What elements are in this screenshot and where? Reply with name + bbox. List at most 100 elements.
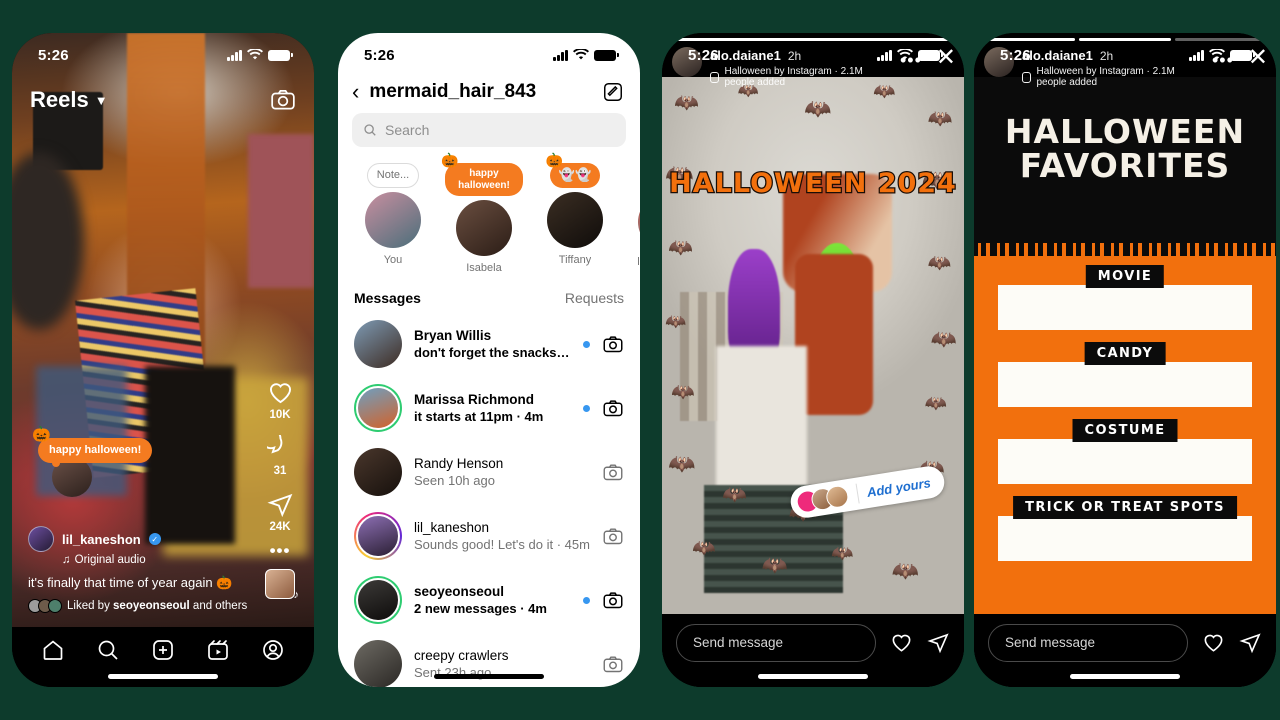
thread-preview: it starts at 11pm · 4m bbox=[414, 409, 544, 424]
heart-icon[interactable] bbox=[1202, 631, 1225, 654]
field-answer-area[interactable] bbox=[998, 515, 1252, 561]
chevron-down-icon: ▼ bbox=[94, 92, 108, 108]
home-icon[interactable] bbox=[33, 634, 73, 666]
camera-icon[interactable] bbox=[270, 87, 296, 113]
messages-header: Messages Requests bbox=[338, 280, 640, 312]
thread-preview: Sounds good! Let's do it · 45m bbox=[414, 537, 590, 552]
battery-icon bbox=[918, 49, 943, 61]
send-message-input[interactable]: Send message bbox=[988, 623, 1188, 662]
thread-name: Marissa Richmond bbox=[414, 392, 535, 407]
comment-action[interactable]: 31 bbox=[266, 434, 294, 477]
cellular-bars-icon bbox=[553, 49, 568, 61]
audio-thumbnail[interactable]: ♪ bbox=[265, 569, 299, 601]
music-note-icon: ♫ bbox=[62, 554, 71, 566]
wifi-icon bbox=[573, 49, 589, 60]
page-title: mermaid_hair_843 bbox=[369, 81, 537, 102]
table-row[interactable]: Randy Henson Seen 10h ago bbox=[338, 440, 640, 504]
avatar bbox=[638, 193, 640, 250]
reel-author[interactable]: lil_kaneshon ✓ bbox=[28, 526, 258, 552]
reels-title-label: Reels bbox=[30, 87, 89, 112]
reels-title-dropdown[interactable]: Reels ▼ bbox=[30, 87, 108, 113]
share-action[interactable]: 24K bbox=[266, 491, 294, 533]
camera-icon[interactable] bbox=[602, 398, 624, 419]
table-row[interactable]: lil_kaneshon Sounds good! Let's do it · … bbox=[338, 504, 640, 568]
unread-dot bbox=[583, 596, 590, 604]
battery-icon bbox=[594, 49, 619, 61]
table-row[interactable]: Bryan Willis don't forget the snacks! · … bbox=[338, 312, 640, 376]
favorites-list: MOVIE CANDY COSTUME TRICK OR TREAT SPOTS bbox=[998, 264, 1252, 573]
camera-icon[interactable] bbox=[602, 462, 624, 483]
note-bubble: Note... bbox=[366, 163, 420, 188]
avatar bbox=[456, 200, 512, 256]
reel-audio[interactable]: ♫ Original audio bbox=[62, 554, 258, 566]
status-time: 5:26 bbox=[364, 46, 395, 64]
send-message-placeholder: Send message bbox=[693, 635, 784, 650]
camera-icon[interactable] bbox=[602, 654, 624, 675]
note-username: Tiffany bbox=[558, 253, 592, 266]
liked-by-text: Liked by seoyeonseoul and others bbox=[67, 600, 248, 612]
avatar bbox=[354, 320, 402, 368]
field-answer-area[interactable] bbox=[998, 361, 1252, 407]
note-item-you[interactable]: Note... You bbox=[354, 163, 432, 274]
thread-preview: 2 new messages · 4m bbox=[414, 601, 547, 616]
pumpkin-icon: 🎃 bbox=[545, 152, 564, 168]
like-action[interactable]: 10K bbox=[267, 379, 294, 421]
search-icon bbox=[364, 124, 376, 136]
home-indicator bbox=[1070, 674, 1180, 679]
notes-tray[interactable]: Note... You 🎃 happy halloween! Isabela 🎃… bbox=[338, 147, 640, 280]
story-template-art: HALLOWEEN FAVORITES MOVIE CANDY COSTUME … bbox=[974, 77, 1276, 614]
field-answer-area[interactable] bbox=[998, 284, 1252, 330]
comment-count: 31 bbox=[273, 464, 287, 477]
thread-name: lil_kaneshon bbox=[414, 520, 490, 535]
story-media[interactable]: 🦇 🦇 🦇 🦇 🦇 🦇 🦇 🦇 🦇 🦇 🦇 🦇 🦇 🦇 🦇 🦇 🦇 🦇 🦇 HA… bbox=[662, 77, 964, 614]
thread-list[interactable]: Bryan Willis don't forget the snacks! · … bbox=[338, 312, 640, 687]
table-row[interactable]: Marissa Richmond it starts at 11pm · 4m bbox=[338, 376, 640, 440]
share-icon[interactable] bbox=[1239, 631, 1262, 654]
pumpkin-icon: 🎃 bbox=[32, 425, 51, 443]
field-label: CANDY bbox=[1084, 341, 1166, 365]
liked-by-row[interactable]: Liked by seoyeonseoul and others bbox=[28, 599, 258, 613]
list-item[interactable]: TRICK OR TREAT SPOTS bbox=[998, 495, 1252, 561]
search-icon[interactable] bbox=[88, 634, 128, 666]
camera-icon[interactable] bbox=[602, 526, 624, 547]
heart-icon[interactable] bbox=[267, 379, 294, 406]
note-caption: 👻👻 bbox=[558, 167, 592, 182]
field-answer-area[interactable] bbox=[998, 438, 1252, 484]
profile-icon[interactable] bbox=[253, 634, 293, 666]
share-icon[interactable] bbox=[266, 491, 294, 518]
table-row[interactable]: seoyeonseoul 2 new messages · 4m bbox=[338, 568, 640, 632]
story-media[interactable]: HALLOWEEN FAVORITES MOVIE CANDY COSTUME … bbox=[974, 77, 1276, 614]
camera-icon[interactable] bbox=[602, 590, 624, 611]
note-item-tiffany[interactable]: 🎃 👻👻 Tiffany bbox=[536, 152, 614, 274]
wifi-icon bbox=[1209, 49, 1225, 60]
share-icon[interactable] bbox=[927, 631, 950, 654]
story-photo bbox=[662, 77, 964, 614]
more-options-icon[interactable]: ••• bbox=[270, 542, 291, 558]
comment-icon[interactable] bbox=[266, 434, 294, 462]
list-item[interactable]: MOVIE bbox=[998, 264, 1252, 330]
send-message-input[interactable]: Send message bbox=[676, 623, 876, 662]
reels-icon[interactable] bbox=[198, 634, 238, 666]
heart-icon[interactable] bbox=[890, 631, 913, 654]
screenshot-canvas: 5:26 Reels ▼ 🎃 happy halloween! 10K 31 2… bbox=[0, 0, 1280, 720]
cellular-bars-icon bbox=[1189, 49, 1204, 61]
note-item-lil-wyatt[interactable]: 🍒 lil_wyatt838 bbox=[627, 163, 640, 274]
back-chevron-icon[interactable]: ‹ bbox=[352, 81, 359, 103]
create-icon[interactable] bbox=[143, 634, 183, 666]
requests-link[interactable]: Requests bbox=[565, 290, 624, 306]
camera-icon[interactable] bbox=[602, 334, 624, 355]
more-options-action[interactable]: ••• bbox=[270, 542, 291, 558]
note-username: Isabela bbox=[466, 262, 502, 274]
reel-audio-label: Original audio bbox=[74, 554, 146, 566]
reel-note-sticker[interactable]: 🎃 happy halloween! bbox=[32, 426, 153, 497]
search-input[interactable]: Search bbox=[352, 113, 626, 147]
thread-name: Bryan Willis bbox=[414, 328, 492, 343]
compose-icon[interactable] bbox=[602, 81, 624, 103]
wifi-icon bbox=[247, 49, 263, 60]
list-item[interactable]: COSTUME bbox=[998, 418, 1252, 484]
phone-instagram-reels: 5:26 Reels ▼ 🎃 happy halloween! 10K 31 2… bbox=[12, 33, 314, 687]
avatar bbox=[354, 576, 402, 624]
list-item[interactable]: CANDY bbox=[998, 341, 1252, 407]
note-item-isabela[interactable]: 🎃 happy halloween! Isabela bbox=[441, 152, 523, 274]
thread-name: seoyeonseoul bbox=[414, 584, 505, 599]
